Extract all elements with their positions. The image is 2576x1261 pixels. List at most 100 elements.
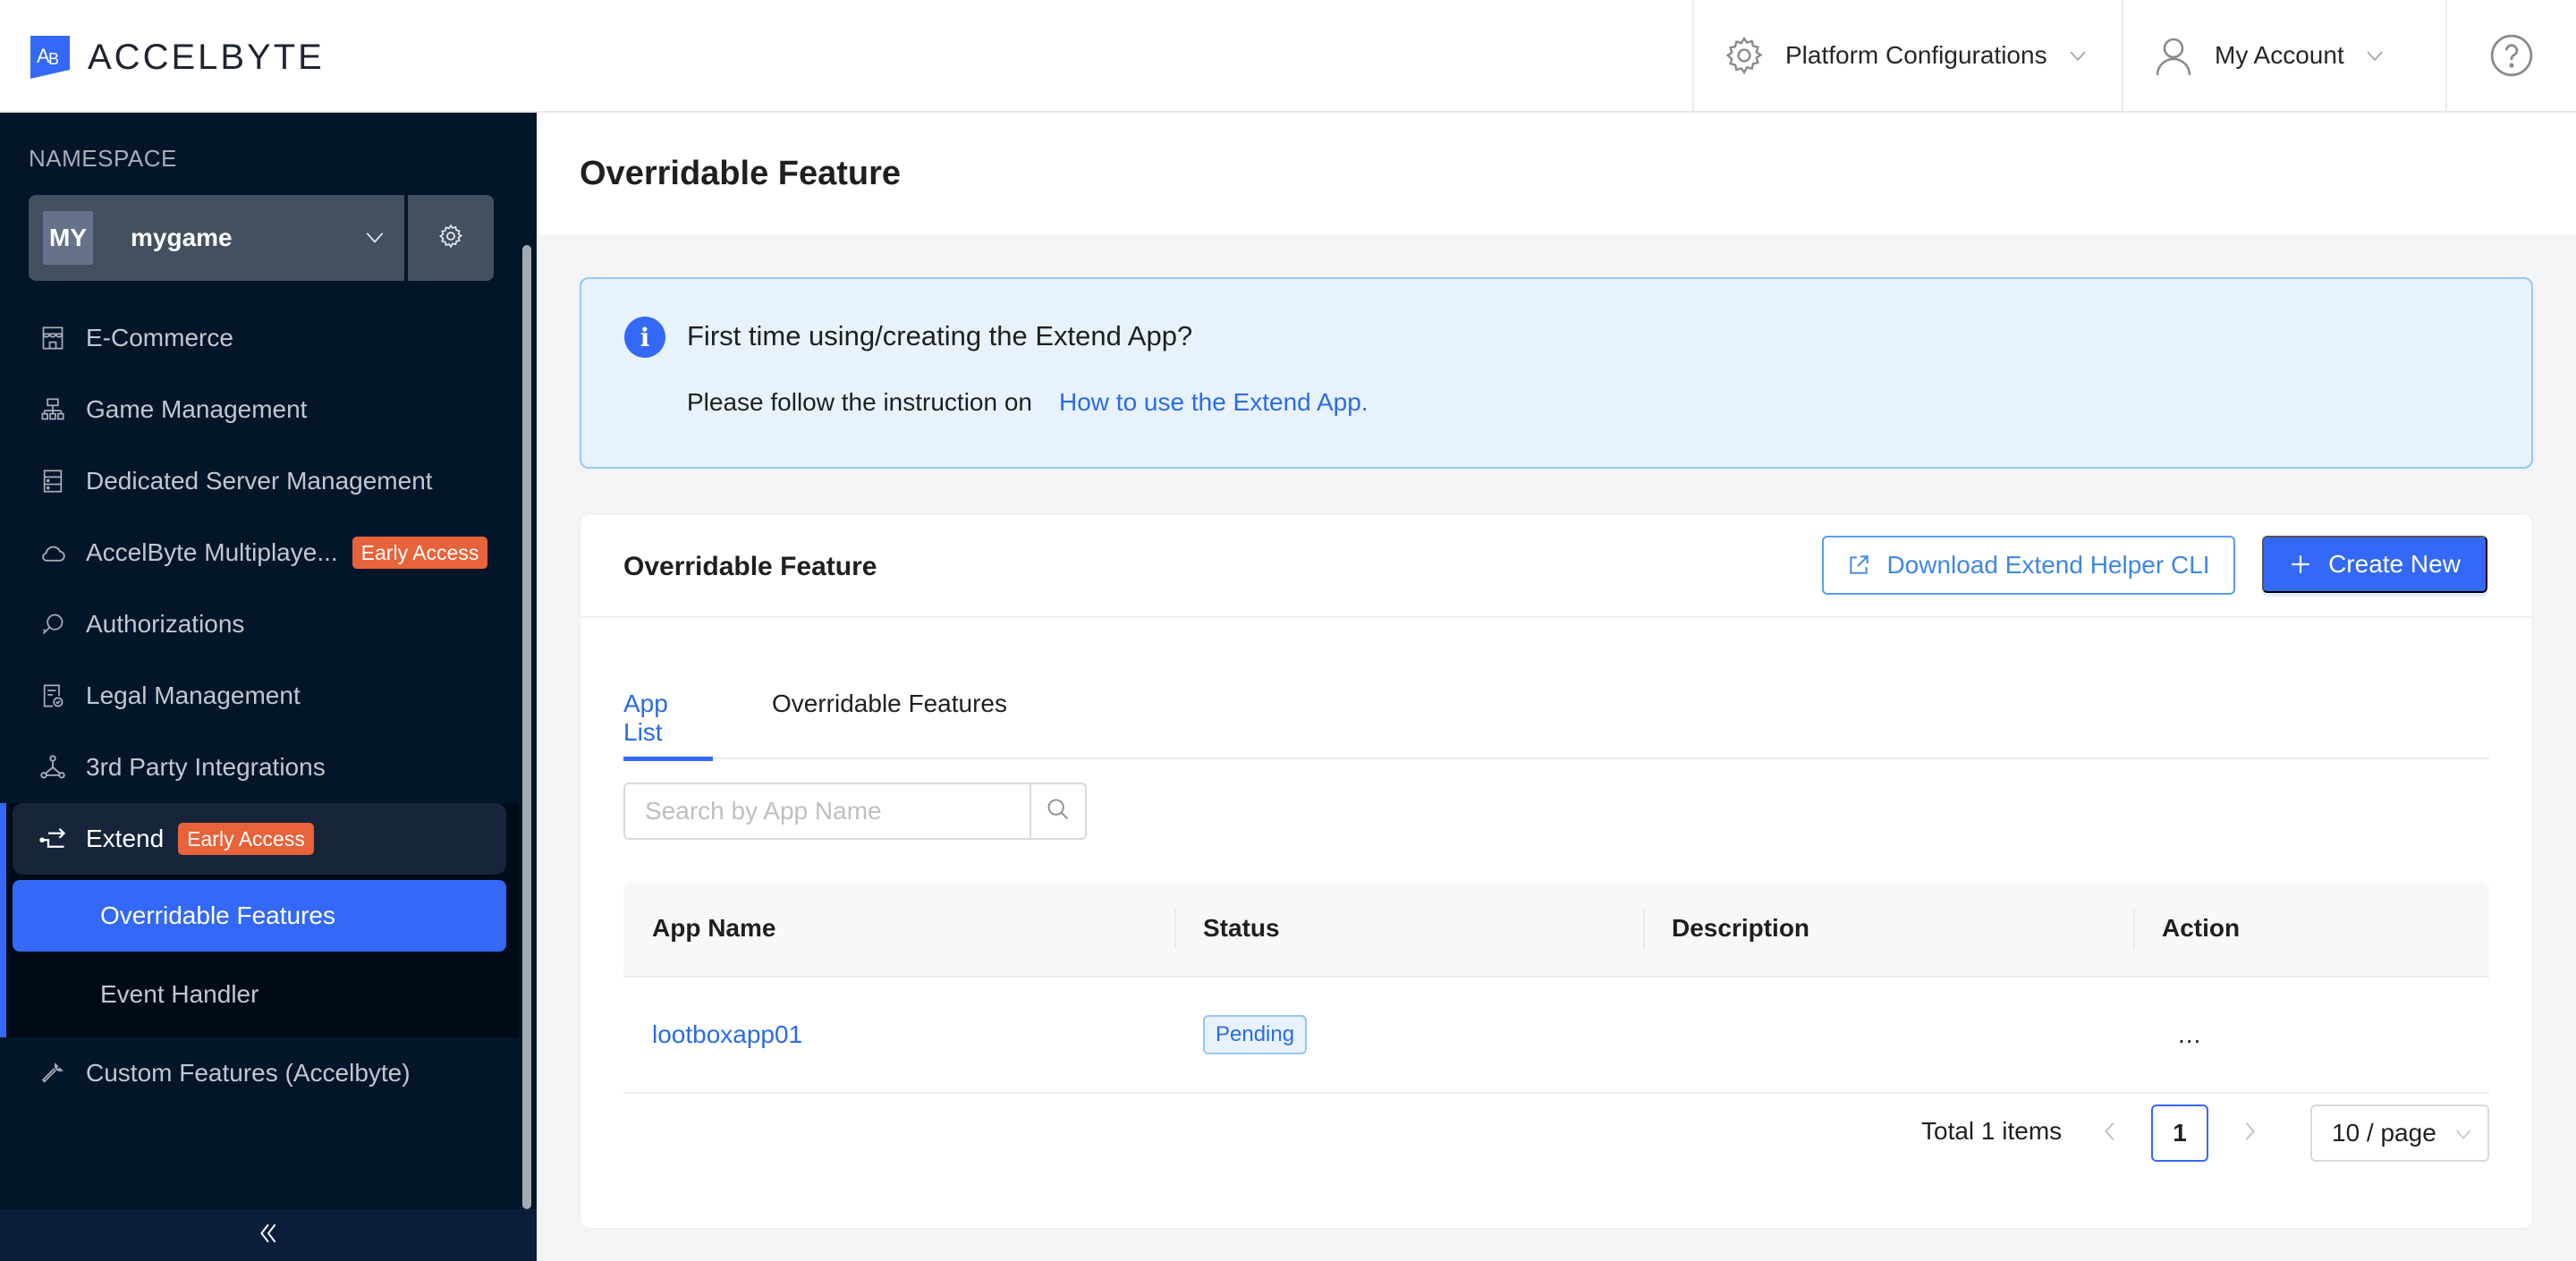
chevron-right-icon	[2242, 1119, 2258, 1148]
sidebar-item-label: Extend	[86, 825, 165, 852]
previous-page-button[interactable]	[2096, 1115, 2123, 1151]
svg-text:B: B	[48, 50, 59, 68]
table-row: lootboxapp01 Pending ...	[623, 977, 2489, 1094]
chevron-down-icon	[2364, 45, 2385, 66]
platform-configurations-label: Platform Configurations	[1785, 41, 2047, 69]
column-header-app-name: App Name	[652, 914, 776, 942]
overridable-feature-card: Overridable Feature Download Extend Help…	[580, 513, 2533, 1229]
platform-configurations-menu[interactable]: Platform Configurations	[1692, 0, 2122, 111]
info-alert: i First time using/creating the Extend A…	[580, 277, 2533, 469]
plus-icon	[2289, 553, 2312, 576]
external-link-icon	[1847, 554, 1870, 577]
namespace-avatar: MY	[43, 211, 93, 265]
next-page-button[interactable]	[2237, 1115, 2264, 1151]
page-number-button[interactable]: 1	[2151, 1104, 2208, 1162]
cell-app-name: lootboxapp01	[623, 977, 1174, 1092]
cell-action: ...	[2133, 977, 2489, 1092]
app-table: App Name Status Description Action lootb…	[623, 881, 2489, 1094]
namespace-name: mygame	[131, 224, 233, 251]
namespace-settings-button[interactable]	[408, 195, 494, 281]
sidebar-item-accelbyte-multiplayer[interactable]: AccelByte Multiplaye... Early Access	[0, 517, 519, 588]
more-actions-button[interactable]: ...	[2178, 1020, 2201, 1049]
chevron-down-icon	[2453, 1124, 2473, 1144]
page-size-select[interactable]: 10 / page	[2310, 1104, 2489, 1162]
extend-app-guide-link[interactable]: How to use the Extend App.	[1059, 388, 1368, 416]
early-access-badge: Early Access	[352, 537, 488, 569]
info-icon: i	[624, 317, 665, 358]
chevron-down-icon	[2067, 45, 2089, 66]
cell-description	[1643, 977, 2133, 1092]
page-title: Overridable Feature	[580, 154, 902, 192]
hierarchy-icon	[39, 396, 66, 423]
alert-title: First time using/creating the Extend App…	[687, 320, 1193, 351]
sidebar-item-label: E-Commerce	[86, 324, 233, 351]
pagination: Total 1 items 1 10 / page	[580, 1104, 2489, 1162]
help-button[interactable]	[2445, 0, 2576, 111]
column-header-status: Status	[1174, 881, 1643, 976]
namespace-label: NAMESPACE	[29, 145, 177, 172]
status-badge: Pending	[1203, 1015, 1308, 1054]
sidebar-item-e-commerce[interactable]: E-Commerce	[0, 302, 519, 374]
search-button[interactable]	[1030, 784, 1085, 838]
sidebar-item-legal-management[interactable]: Legal Management	[0, 660, 519, 732]
sidebar: NAMESPACE MY mygame E-Commerce Game Mana…	[0, 113, 537, 1261]
sidebar-item-label: 3rd Party Integrations	[86, 753, 326, 781]
sidebar-scrollbar[interactable]	[522, 245, 531, 1209]
app-name-link[interactable]: lootboxapp01	[652, 1020, 802, 1049]
search-input[interactable]	[625, 784, 1030, 838]
sidebar-item-label: Custom Features (Accelbyte)	[86, 1059, 411, 1087]
page-size-value: 10 / page	[2332, 1119, 2436, 1147]
search-box	[623, 783, 1087, 840]
table-header: App Name Status Description Action	[623, 881, 2489, 977]
my-account-menu[interactable]: My Account	[2122, 0, 2445, 111]
create-new-button[interactable]: Create New	[2262, 536, 2487, 593]
pagination-total: Total 1 items	[1921, 1117, 2063, 1145]
top-header: A B ACCELBYTE Platform Configurations My…	[0, 0, 2576, 113]
chevron-left-icon	[2101, 1119, 2117, 1148]
shop-icon	[39, 325, 66, 351]
double-chevron-left-icon	[257, 1221, 280, 1250]
question-circle-icon	[2489, 33, 2534, 78]
gear-icon	[437, 223, 464, 254]
gear-icon	[1723, 34, 1766, 77]
brand-logo[interactable]: A B ACCELBYTE	[30, 36, 325, 79]
sidebar-subitem-overridable-features[interactable]: Overridable Features	[13, 880, 506, 952]
key-icon	[39, 611, 66, 638]
accelbyte-logo-icon: A B	[30, 36, 72, 79]
card-header: Overridable Feature Download Extend Help…	[580, 514, 2532, 618]
cloud-icon	[39, 539, 66, 566]
download-button-label: Download Extend Helper CLI	[1886, 551, 2210, 579]
namespace-select[interactable]: MY mygame	[29, 195, 404, 281]
early-access-badge: Early Access	[178, 823, 314, 855]
extend-submenu: Overridable Features Event Handler	[0, 875, 519, 1037]
main-content: Overridable Feature i First time using/c…	[537, 113, 2576, 1261]
sidebar-item-dedicated-server-management[interactable]: Dedicated Server Management	[0, 445, 519, 517]
sidebar-item-label: Dedicated Server Management	[86, 467, 433, 495]
integration-icon	[39, 754, 66, 781]
user-icon	[2152, 34, 2195, 77]
sidebar-collapse-button[interactable]	[0, 1209, 537, 1261]
column-header-description: Description	[1643, 881, 2133, 976]
tab-app-list[interactable]: App List	[623, 679, 713, 761]
server-icon	[39, 468, 66, 495]
alert-body-text: Please follow the instruction on	[687, 388, 1032, 416]
search-icon	[1046, 797, 1071, 826]
sidebar-nav: E-Commerce Game Management Dedicated Ser…	[0, 302, 519, 1109]
sidebar-item-authorizations[interactable]: Authorizations	[0, 588, 519, 660]
card-title: Overridable Feature	[623, 552, 877, 581]
download-extend-helper-cli-button[interactable]: Download Extend Helper CLI	[1822, 536, 2235, 595]
page-header: Overridable Feature	[537, 113, 2576, 234]
sidebar-item-3rd-party-integrations[interactable]: 3rd Party Integrations	[0, 732, 519, 803]
brand-name: ACCELBYTE	[88, 37, 325, 77]
tab-bar: App List Overridable Features	[623, 679, 2489, 761]
tab-overridable-features[interactable]: Overridable Features	[772, 679, 1007, 759]
sidebar-item-custom-features[interactable]: Custom Features (Accelbyte)	[0, 1037, 519, 1109]
column-header-action: Action	[2133, 881, 2489, 976]
cell-status: Pending	[1174, 977, 1643, 1092]
sidebar-item-extend[interactable]: Extend Early Access	[13, 803, 506, 875]
sidebar-item-label: Game Management	[86, 395, 308, 423]
sidebar-item-game-management[interactable]: Game Management	[0, 374, 519, 445]
my-account-label: My Account	[2215, 41, 2344, 69]
sidebar-subitem-event-handler[interactable]: Event Handler	[13, 959, 506, 1030]
wrench-icon	[39, 1060, 66, 1087]
